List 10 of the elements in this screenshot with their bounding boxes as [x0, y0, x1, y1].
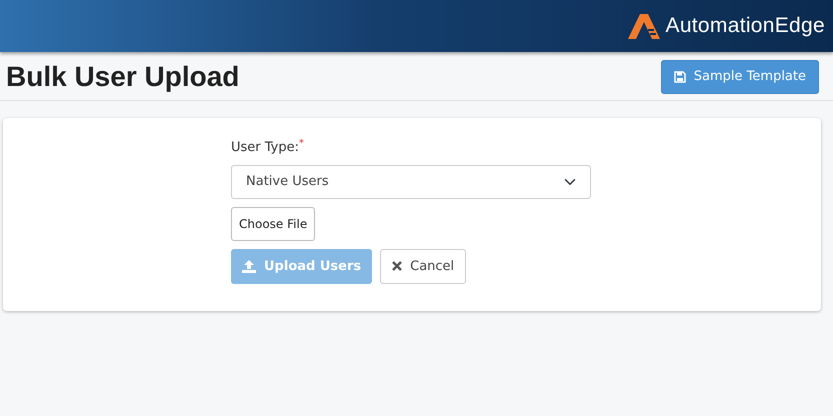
close-icon — [392, 261, 402, 272]
cancel-button[interactable]: Cancel — [380, 248, 466, 284]
upload-icon — [242, 260, 256, 273]
user-type-label: User Type:$^{*}$ — [231, 138, 304, 157]
page-title: Bulk User Upload — [6, 60, 240, 94]
choose-file-button[interactable]: Choose File — [231, 206, 316, 241]
logo-text: AutomationEdge — [666, 13, 825, 40]
user-type-select[interactable]: Native Users — [231, 165, 591, 199]
logo-icon — [626, 12, 662, 40]
save-icon — [674, 70, 686, 83]
